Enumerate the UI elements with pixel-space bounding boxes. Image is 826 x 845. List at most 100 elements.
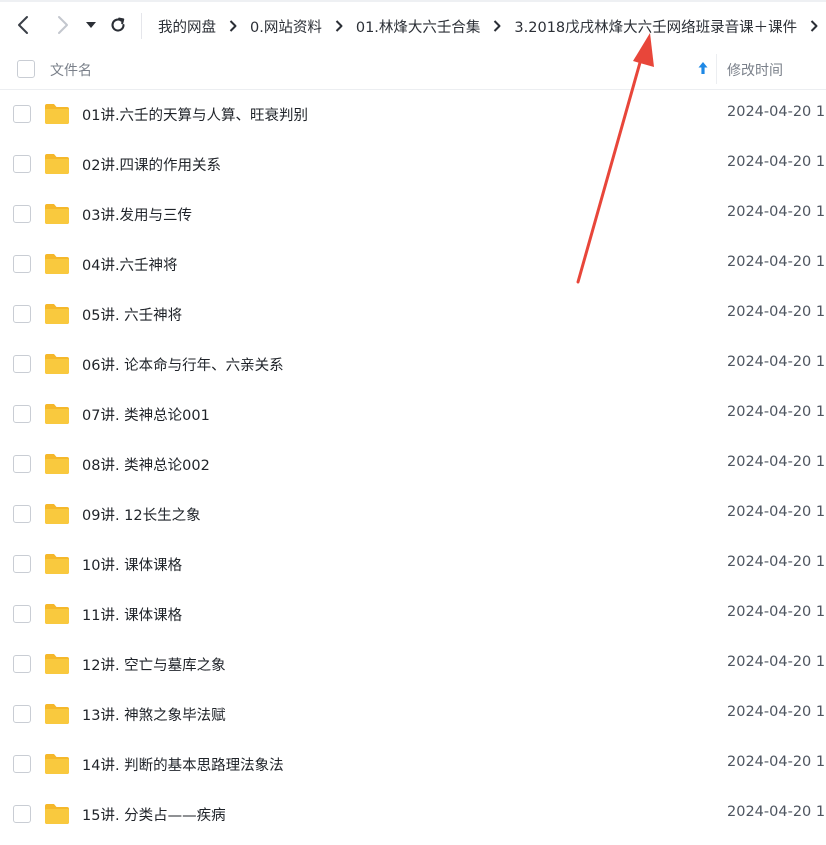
back-button[interactable] bbox=[12, 14, 34, 36]
breadcrumb-item-collection[interactable]: 01.林烽大六壬合集 bbox=[356, 16, 481, 37]
refresh-button[interactable] bbox=[107, 14, 129, 36]
file-row[interactable]: 07讲. 类神总论001 2024-04-20 1 bbox=[0, 390, 826, 440]
file-row[interactable]: 04讲.六壬神将 2024-04-20 1 bbox=[0, 240, 826, 290]
row-checkbox[interactable] bbox=[13, 255, 31, 273]
file-name[interactable]: 09讲. 12长生之象 bbox=[82, 504, 201, 525]
folder-icon bbox=[45, 204, 69, 224]
row-checkbox[interactable] bbox=[13, 605, 31, 623]
file-name[interactable]: 13讲. 神煞之象毕法赋 bbox=[82, 704, 226, 725]
folder-icon bbox=[45, 104, 69, 124]
row-checkbox[interactable] bbox=[13, 505, 31, 523]
forward-button[interactable] bbox=[52, 14, 74, 36]
file-row[interactable]: 15讲. 分类占——疾病 2024-04-20 1 bbox=[0, 790, 826, 840]
row-checkbox[interactable] bbox=[13, 755, 31, 773]
row-checkbox[interactable] bbox=[13, 205, 31, 223]
row-checkbox[interactable] bbox=[13, 405, 31, 423]
history-dropdown-button[interactable] bbox=[84, 14, 98, 36]
folder-icon bbox=[45, 804, 69, 824]
file-name[interactable]: 07讲. 类神总论001 bbox=[82, 404, 210, 425]
modified-time: 2024-04-20 1 bbox=[727, 104, 826, 120]
folder-icon bbox=[45, 354, 69, 374]
file-name[interactable]: 03讲.发用与三传 bbox=[82, 204, 192, 225]
breadcrumb-item-current-folder[interactable]: 3.2018戊戌林烽大六壬网络班录音课＋课件 bbox=[514, 16, 797, 37]
refresh-icon bbox=[111, 17, 125, 32]
file-name[interactable]: 15讲. 分类占——疾病 bbox=[82, 804, 226, 825]
chevron-right-icon bbox=[334, 19, 344, 33]
modified-time: 2024-04-20 1 bbox=[727, 554, 826, 570]
sort-ascending-arrow-icon[interactable] bbox=[696, 60, 710, 76]
file-row[interactable]: 12讲. 空亡与墓库之象 2024-04-20 1 bbox=[0, 640, 826, 690]
modified-time: 2024-04-20 1 bbox=[727, 704, 826, 720]
file-row[interactable]: 02讲.四课的作用关系 2024-04-20 1 bbox=[0, 140, 826, 190]
file-row[interactable]: 06讲. 论本命与行年、六亲关系 2024-04-20 1 bbox=[0, 340, 826, 390]
folder-icon bbox=[45, 604, 69, 624]
file-name[interactable]: 01讲.六壬的天算与人算、旺衰判别 bbox=[82, 104, 308, 125]
modified-time: 2024-04-20 1 bbox=[727, 304, 826, 320]
folder-icon bbox=[45, 504, 69, 524]
modified-time: 2024-04-20 1 bbox=[727, 404, 826, 420]
file-name[interactable]: 11讲. 课体课格 bbox=[82, 604, 182, 625]
file-name[interactable]: 10讲. 课体课格 bbox=[82, 554, 182, 575]
column-divider[interactable] bbox=[716, 54, 717, 84]
breadcrumb-item-my-drive[interactable]: 我的网盘 bbox=[158, 16, 216, 37]
file-row[interactable]: 14讲. 判断的基本思路理法象法 2024-04-20 1 bbox=[0, 740, 826, 790]
folder-icon bbox=[45, 754, 69, 774]
folder-icon bbox=[45, 304, 69, 324]
file-name[interactable]: 05讲. 六壬神将 bbox=[82, 304, 182, 325]
file-name[interactable]: 04讲.六壬神将 bbox=[82, 254, 178, 275]
folder-icon bbox=[45, 454, 69, 474]
folder-icon bbox=[45, 404, 69, 424]
modified-time: 2024-04-20 1 bbox=[727, 254, 826, 270]
folder-icon bbox=[45, 704, 69, 724]
file-name[interactable]: 02讲.四课的作用关系 bbox=[82, 154, 221, 175]
row-checkbox[interactable] bbox=[13, 805, 31, 823]
file-row[interactable]: 08讲. 类神总论002 2024-04-20 1 bbox=[0, 440, 826, 490]
row-checkbox[interactable] bbox=[13, 705, 31, 723]
select-all-checkbox[interactable] bbox=[17, 60, 35, 78]
modified-time: 2024-04-20 1 bbox=[727, 354, 826, 370]
folder-icon bbox=[45, 554, 69, 574]
toolbar-divider bbox=[141, 13, 142, 39]
row-checkbox[interactable] bbox=[13, 355, 31, 373]
file-row[interactable]: 13讲. 神煞之象毕法赋 2024-04-20 1 bbox=[0, 690, 826, 740]
chevron-right-icon bbox=[228, 19, 238, 33]
row-checkbox[interactable] bbox=[13, 155, 31, 173]
file-name[interactable]: 12讲. 空亡与墓库之象 bbox=[82, 654, 226, 675]
row-checkbox[interactable] bbox=[13, 555, 31, 573]
modified-time: 2024-04-20 1 bbox=[727, 654, 826, 670]
row-checkbox[interactable] bbox=[13, 105, 31, 123]
modified-time: 2024-04-20 1 bbox=[727, 804, 826, 820]
file-row[interactable]: 05讲. 六壬神将 2024-04-20 1 bbox=[0, 290, 826, 340]
row-checkbox[interactable] bbox=[13, 305, 31, 323]
modified-time: 2024-04-20 1 bbox=[727, 504, 826, 520]
row-checkbox[interactable] bbox=[13, 655, 31, 673]
folder-icon bbox=[45, 154, 69, 174]
file-row[interactable]: 01讲.六壬的天算与人算、旺衰判别 2024-04-20 1 bbox=[0, 90, 826, 140]
modified-time: 2024-04-20 1 bbox=[727, 204, 826, 220]
row-checkbox[interactable] bbox=[13, 455, 31, 473]
modified-time: 2024-04-20 1 bbox=[727, 604, 826, 620]
navigation-toolbar: 我的网盘 0.网站资料 01.林烽大六壬合集 3.2018戊戌林烽大六壬网络班录… bbox=[0, 2, 826, 48]
folder-icon bbox=[45, 654, 69, 674]
breadcrumb-item-site-materials[interactable]: 0.网站资料 bbox=[250, 16, 322, 37]
file-row[interactable]: 03讲.发用与三传 2024-04-20 1 bbox=[0, 190, 826, 240]
file-name[interactable]: 14讲. 判断的基本思路理法象法 bbox=[82, 754, 284, 775]
file-name[interactable]: 06讲. 论本命与行年、六亲关系 bbox=[82, 354, 284, 375]
column-header-modified-time[interactable]: 修改时间 bbox=[727, 60, 783, 80]
file-list-header: 文件名 修改时间 bbox=[0, 48, 826, 90]
column-header-name[interactable]: 文件名 bbox=[50, 60, 92, 80]
file-row[interactable]: 09讲. 12长生之象 2024-04-20 1 bbox=[0, 490, 826, 540]
file-name[interactable]: 08讲. 类神总论002 bbox=[82, 454, 210, 475]
caret-down-icon bbox=[86, 22, 96, 28]
file-row[interactable]: 11讲. 课体课格 2024-04-20 1 bbox=[0, 590, 826, 640]
chevron-left-icon bbox=[18, 16, 28, 34]
chevron-right-icon bbox=[492, 19, 502, 33]
chevron-right-icon bbox=[58, 16, 68, 34]
modified-time: 2024-04-20 1 bbox=[727, 754, 826, 770]
modified-time: 2024-04-20 1 bbox=[727, 454, 826, 470]
folder-icon bbox=[45, 254, 69, 274]
modified-time: 2024-04-20 1 bbox=[727, 154, 826, 170]
file-row[interactable]: 10讲. 课体课格 2024-04-20 1 bbox=[0, 540, 826, 590]
chevron-right-icon bbox=[809, 19, 819, 33]
breadcrumb: 我的网盘 0.网站资料 01.林烽大六壬合集 3.2018戊戌林烽大六壬网络班录… bbox=[158, 15, 826, 37]
